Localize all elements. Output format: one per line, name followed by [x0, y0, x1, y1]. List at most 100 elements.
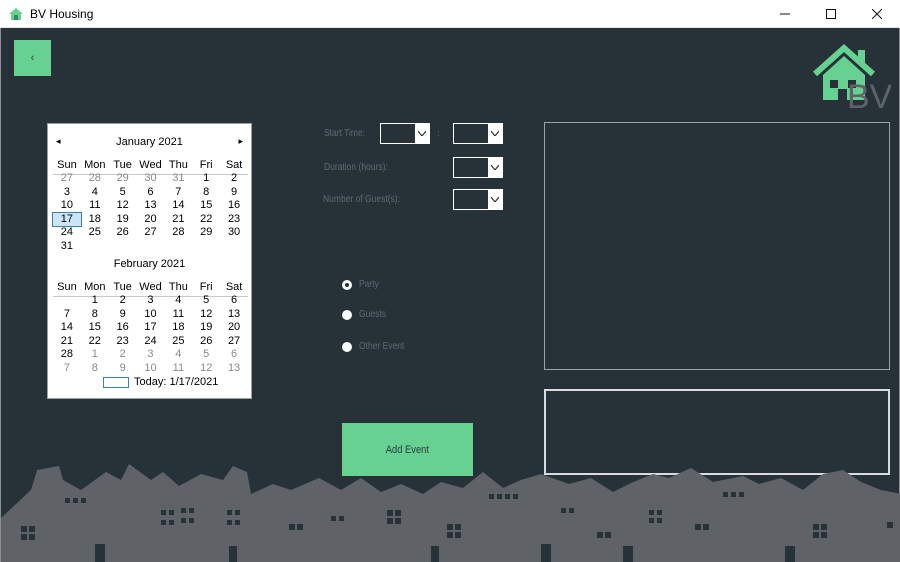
- calendar-day[interactable]: 4: [81, 186, 109, 200]
- back-button[interactable]: ‹: [14, 40, 51, 76]
- calendar-day[interactable]: 24: [137, 335, 165, 349]
- calendar-day[interactable]: 10: [53, 199, 81, 213]
- calendar-day[interactable]: 21: [53, 335, 81, 349]
- calendar-day[interactable]: 13: [220, 308, 248, 322]
- calendar-day[interactable]: 16: [109, 321, 137, 335]
- calendar-day[interactable]: 26: [109, 226, 137, 240]
- calendar-day[interactable]: 17: [137, 321, 165, 335]
- calendar-day[interactable]: 11: [164, 308, 192, 322]
- calendar-day[interactable]: 15: [192, 199, 220, 213]
- calendar-day[interactable]: 23: [109, 335, 137, 349]
- weekday-header: Sun: [57, 281, 77, 293]
- calendar-day[interactable]: 5: [192, 348, 220, 362]
- calendar-day[interactable]: 8: [81, 308, 109, 322]
- close-icon: [872, 9, 882, 19]
- calendar-day[interactable]: 10: [137, 308, 165, 322]
- calendar-grid-february[interactable]: Sun Mon Tue Wed Thu Fri Sat 1 2 3 4 5 6 7 8 9 10 11 12 13 14…: [53, 280, 248, 375]
- calendar-day[interactable]: 5: [192, 294, 220, 308]
- calendar-day[interactable]: 7: [53, 362, 81, 376]
- calendar-day[interactable]: 28: [81, 172, 109, 186]
- calendar-day[interactable]: 12: [192, 308, 220, 322]
- calendar-day[interactable]: 27: [137, 226, 165, 240]
- calendar-day[interactable]: 27: [220, 335, 248, 349]
- calendar-day[interactable]: 20: [220, 321, 248, 335]
- duration-select[interactable]: [453, 157, 503, 178]
- calendar-day[interactable]: 3: [53, 186, 81, 200]
- calendar-day[interactable]: 18: [164, 321, 192, 335]
- today-link[interactable]: Today: 1/17/2021: [134, 376, 218, 388]
- calendar-day[interactable]: 2: [109, 348, 137, 362]
- calendar-day[interactable]: 8: [192, 186, 220, 200]
- calendar-day[interactable]: 9: [109, 362, 137, 376]
- calendar-day[interactable]: 2: [220, 172, 248, 186]
- calendar-day[interactable]: 26: [192, 335, 220, 349]
- calendar-day[interactable]: 31: [53, 240, 81, 254]
- calendar-day[interactable]: 15: [81, 321, 109, 335]
- chevron-down-icon: [488, 124, 502, 143]
- calendar-day[interactable]: 4: [164, 348, 192, 362]
- calendar-day[interactable]: 29: [192, 226, 220, 240]
- main-panel: ‹ BV ◂ ▸ January 2021 Sun Mon Tue Wed Thu Fri…: [0, 28, 900, 562]
- calendar-day[interactable]: 6: [220, 294, 248, 308]
- calendar-day[interactable]: 7: [53, 308, 81, 322]
- minimize-button[interactable]: [762, 0, 808, 28]
- calendar-day[interactable]: 9: [109, 308, 137, 322]
- calendar-day[interactable]: 18: [81, 213, 109, 227]
- calendar-day[interactable]: 12: [192, 362, 220, 376]
- close-button[interactable]: [854, 0, 900, 28]
- calendar-day[interactable]: 25: [81, 226, 109, 240]
- calendar-day[interactable]: 20: [137, 213, 165, 227]
- calendar-grid-january[interactable]: Sun Mon Tue Wed Thu Fri Sat 27 28 29 30 31 1 2 3 4 5 6 7 8 9…: [52, 158, 248, 254]
- guests-select[interactable]: [453, 189, 503, 210]
- start-hour-select[interactable]: [380, 123, 430, 144]
- calendar-day[interactable]: 28: [164, 226, 192, 240]
- calendar-day[interactable]: 5: [109, 186, 137, 200]
- radio-guests[interactable]: Guests: [342, 309, 391, 320]
- calendar-day[interactable]: 21: [164, 213, 192, 227]
- guests-label: Number of Guest(s):: [323, 194, 401, 205]
- start-minute-select[interactable]: [453, 123, 503, 144]
- calendar-day[interactable]: 1: [81, 294, 109, 308]
- calendar-day[interactable]: 14: [53, 321, 81, 335]
- calendar-day[interactable]: 3: [137, 348, 165, 362]
- calendar-day[interactable]: 22: [81, 335, 109, 349]
- chevron-down-icon: [415, 124, 429, 143]
- calendar-day[interactable]: 30: [220, 226, 248, 240]
- calendar-day[interactable]: 6: [220, 348, 248, 362]
- calendar-day[interactable]: 19: [109, 213, 137, 227]
- calendar-day[interactable]: 11: [81, 199, 109, 213]
- calendar-day[interactable]: 16: [220, 199, 248, 213]
- calendar-day[interactable]: 1: [81, 348, 109, 362]
- calendar-day[interactable]: 27: [53, 172, 81, 186]
- calendar-day[interactable]: 2: [109, 294, 137, 308]
- month-calendar[interactable]: ◂ ▸ January 2021 Sun Mon Tue Wed Thu Fri Sat 27…: [47, 123, 252, 399]
- radio-other-event[interactable]: Other Event: [342, 341, 412, 352]
- calendar-day[interactable]: 23: [220, 213, 248, 227]
- calendar-day[interactable]: 1: [192, 172, 220, 186]
- calendar-day[interactable]: 28: [53, 348, 81, 362]
- calendar-day[interactable]: 9: [220, 186, 248, 200]
- calendar-day[interactable]: 3: [137, 294, 165, 308]
- calendar-day[interactable]: 10: [137, 362, 165, 376]
- calendar-day[interactable]: 17: [52, 211, 82, 227]
- calendar-day[interactable]: 22: [192, 213, 220, 227]
- calendar-day[interactable]: 19: [192, 321, 220, 335]
- calendar-day[interactable]: 30: [137, 172, 165, 186]
- calendar-day[interactable]: 7: [164, 186, 192, 200]
- calendar-day[interactable]: 13: [220, 362, 248, 376]
- calendar-day[interactable]: 11: [164, 362, 192, 376]
- calendar-day[interactable]: 25: [164, 335, 192, 349]
- events-list[interactable]: [544, 122, 890, 370]
- calendar-day[interactable]: 29: [109, 172, 137, 186]
- calendar-day[interactable]: 24: [53, 226, 81, 240]
- calendar-day[interactable]: 4: [164, 294, 192, 308]
- calendar-day[interactable]: 8: [81, 362, 109, 376]
- maximize-button[interactable]: [808, 0, 854, 28]
- calendar-day[interactable]: 12: [109, 199, 137, 213]
- radio-party[interactable]: Party: [342, 279, 382, 290]
- title-bar: BV Housing: [0, 0, 900, 28]
- calendar-day[interactable]: 13: [137, 199, 165, 213]
- calendar-day[interactable]: 14: [164, 199, 192, 213]
- calendar-day[interactable]: 31: [164, 172, 192, 186]
- calendar-day[interactable]: 6: [137, 186, 165, 200]
